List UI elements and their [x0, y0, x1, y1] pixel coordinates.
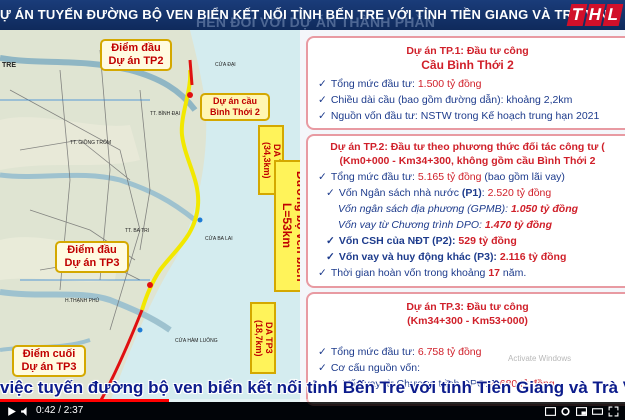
coastal-road-label: Đường bộ ven biển L=53km [274, 160, 300, 292]
start-tp3-label: Điểm đầu Dự án TP3 [55, 241, 129, 273]
tp2-loan-row: ✓ Vốn vay và huy động khác (P3): 2.116 tỷ… [326, 251, 567, 263]
tp1-subtitle: Cầu Bình Thới 2 [421, 58, 514, 72]
tp3-structure-row: ✓ Cơ cấu nguồn vốn: [318, 362, 421, 374]
tp2-title: Dự án TP.2: Đầu tư theo phương thức đối … [330, 141, 605, 153]
place-label: TT. BÌNH ĐẠI [150, 111, 181, 117]
tp2-subtitle: (Km0+000 - Km34+300, không gồm cầu Bình … [339, 155, 596, 167]
place-label: CỬA HÀM LUÔNG [175, 338, 218, 344]
activate-windows-watermark: Activate Windows [508, 354, 572, 363]
tp2-bridge-label: Dự án cầu Bình Thới 2 [200, 93, 270, 121]
tp2-card: Dự án TP.2: Đầu tư theo phương thức đối … [306, 134, 625, 288]
ticker-overlay: HEN ĐỐI VỚI DỰ ÁN THÀNH PHẦN [196, 14, 436, 30]
start-tp2-label: Điểm đầu Dự án TP2 [100, 39, 172, 71]
tp3-title: Dự án TP.3: Đầu tư công [406, 301, 529, 313]
fullscreen-icon[interactable] [608, 406, 619, 417]
captions-icon[interactable] [545, 406, 556, 417]
volume-icon[interactable] [20, 406, 31, 417]
tp3-total-row: ✓ Tổng mức đầu tư: 6.758 tỷ đồng [318, 346, 482, 358]
tp2-local-budget-row: Vốn ngân sách địa phương (GPMB): 1.050 t… [338, 203, 579, 215]
place-label: TT. GIỒNG TRÔM [70, 140, 112, 146]
video-frame[interactable]: Ự ÁN TUYẾN ĐƯỜNG BỘ VEN BIỂN KẾT NỐI TỈN… [0, 0, 625, 420]
place-label: TRE [2, 62, 16, 69]
tp1-card: Dự án TP.1: Đầu tư công Cầu Bình Thới 2 … [306, 36, 625, 130]
tp1-source-row: ✓ Nguồn vốn đầu tư: NSTW trong Kế hoạch t… [318, 110, 600, 122]
project-map: TRE TT. GIỒNG TRÔM TT. BA TRI TT. BÌNH Đ… [0, 30, 300, 402]
project-info-panel: Dự án TP.1: Đầu tư công Cầu Bình Thới 2 … [300, 30, 625, 406]
place-label: CỬA BA LAI [205, 236, 233, 242]
place-label: H.THẠNH PHÚ [65, 298, 100, 304]
tp1-length-row: ✓ Chiều dài cầu (bao gồm đường dẫn): khoả… [318, 94, 573, 106]
news-ticker: Ự ÁN TUYẾN ĐƯỜNG BỘ VEN BIỂN KẾT NỐI TỈN… [0, 0, 625, 30]
play-icon[interactable] [6, 406, 17, 417]
tp2-payback-row: ✓ Thời gian hoàn vốn trong khoảng 17 năm. [318, 267, 527, 279]
tp2-total-row: ✓ Tổng mức đầu tư: 5.165 tỷ đồng (bao gồm… [318, 171, 565, 183]
settings-gear-icon[interactable] [560, 406, 571, 417]
subtitle-bar: việc tuyến đường bộ ven biển kết nối tỉn… [0, 376, 625, 400]
place-label: CỬA ĐẠI [215, 62, 236, 68]
player-controls: 0:42 / 2:37 [0, 402, 625, 420]
tp2-state-budget-row: ✓ Vốn Ngân sách nhà nước (P1): 2.520 tỷ đ… [326, 187, 552, 199]
time-display: 0:42 / 2:37 [36, 405, 84, 416]
tp2-equity-row: ✓ Vốn CSH của NĐT (P2): 529 tỷ đồng [326, 235, 517, 247]
tp1-total-row: ✓ Tổng mức đầu tư: 1.500 tỷ đồng [318, 78, 482, 90]
da-tp3-label: DA TP3 (18,7km) [250, 302, 276, 374]
channel-logo: T H L [566, 4, 624, 26]
tp2-dpo-row: Vốn vay từ Chương trình DPO: 1.470 tỷ đồ… [338, 219, 552, 231]
place-label: TT. BA TRI [125, 228, 150, 234]
tp1-title: Dự án TP.1: Đầu tư công [406, 45, 529, 57]
end-tp3-label: Điểm cuối Dự án TP3 [12, 345, 86, 377]
theater-mode-icon[interactable] [592, 406, 603, 417]
tp3-subtitle: (Km34+300 - Km53+000) [407, 315, 528, 327]
miniplayer-icon[interactable] [576, 406, 587, 417]
logo-letter: L [602, 4, 624, 26]
subtitle-text: việc tuyến đường bộ ven biển kết nối tỉn… [0, 378, 625, 397]
